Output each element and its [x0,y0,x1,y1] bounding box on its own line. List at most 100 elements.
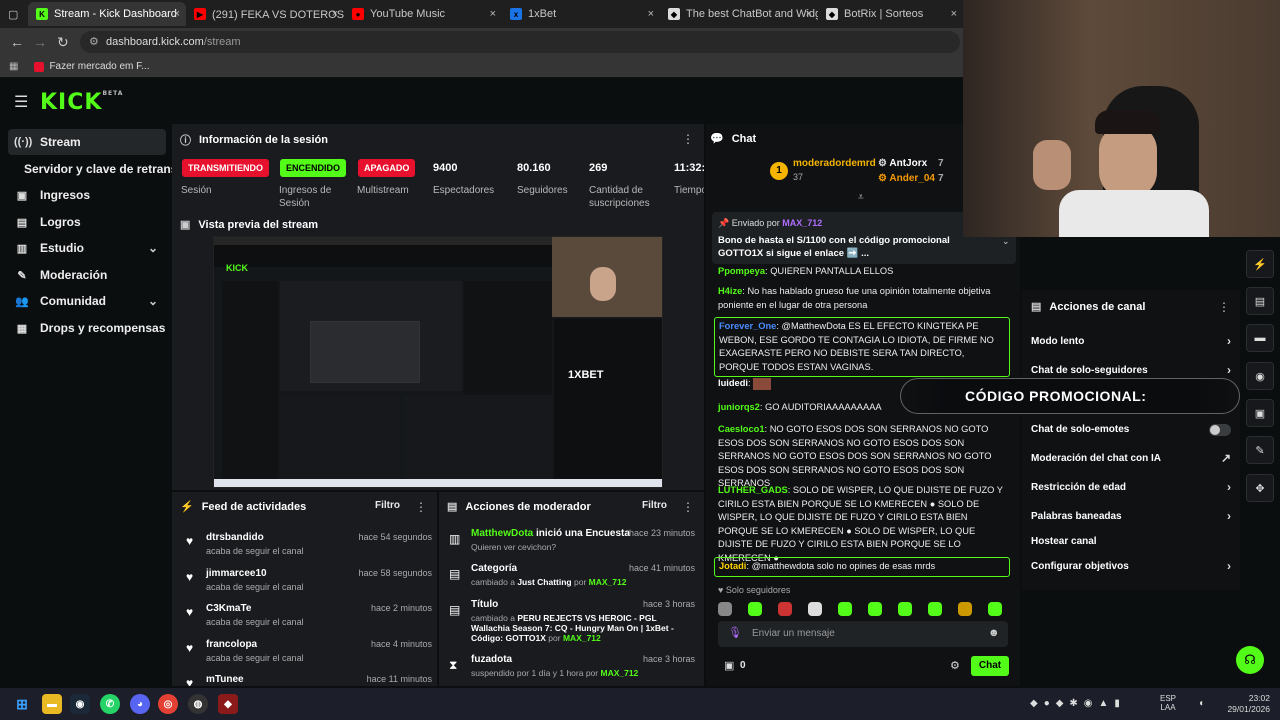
chevron-down-icon[interactable]: ⌄ [148,241,158,255]
emote-icon[interactable] [778,602,792,616]
close-tab-icon[interactable]: × [490,8,496,20]
channel-action-item[interactable]: Hostear canal [1031,536,1231,547]
chat-message[interactable]: H4ize: No has hablado grueso fue una opi… [718,285,1008,312]
url-field[interactable]: ⚙ dashboard.kick.com/stream [80,31,960,53]
emote-icon[interactable] [928,602,942,616]
channel-action-item[interactable]: Moderación del chat con IA ↗ [1031,451,1231,465]
feed-user[interactable]: dtrsbandido [206,532,264,543]
chevron-right-icon[interactable]: › [1227,363,1231,377]
mod-detail-user[interactable]: MAX_712 [600,668,638,678]
wrench-icon[interactable]: ✎ [1246,436,1274,464]
site-info-icon[interactable]: ⚙ [89,35,99,48]
channel-action-item[interactable]: Restricción de edad › [1031,480,1231,494]
feed-item[interactable]: ♥ jimmarcee10 acaba de seguir el canal hace… [182,566,432,600]
chevron-right-icon[interactable]: › [1227,334,1231,348]
pinned-by-user[interactable]: MAX_712 [782,218,822,228]
mod-detail-user[interactable]: MAX_712 [563,633,601,643]
channel-action-item[interactable]: Chat de solo-seguidores › [1031,363,1231,377]
emote-icon[interactable] [868,602,882,616]
feed-item[interactable]: ♥mTuneeacaba de seguir el canalhace 11 m… [182,672,432,686]
mod-filter-button[interactable]: Filtro [642,500,667,511]
leaderboard-entry[interactable]: ⚙ AntJorx 7 [878,158,964,169]
back-icon[interactable]: ← [10,34,24,50]
emote-icon[interactable] [748,602,762,616]
browser-tab[interactable]: ◆ The best ChatBot and Widgets× [660,2,818,26]
browser-tab[interactable]: K Stream - Kick Dashboard × [28,2,186,26]
feed-user[interactable]: C3KmaTe [206,603,251,614]
sidebar-item[interactable]: ((·)) Stream [8,129,166,155]
feed-user[interactable]: mTunee [206,674,244,685]
shop-icon[interactable]: ▣ [1246,399,1274,427]
more-options-icon[interactable]: ⋮ [682,132,694,146]
close-tab-icon[interactable]: × [648,8,654,20]
broadcast-icon[interactable]: ◉ [1246,362,1274,390]
sidebar-item[interactable]: ▣ Ingresos [8,182,166,208]
chevron-down-icon[interactable]: ⌄ [148,294,158,308]
kick-logo[interactable]: KICKBETA [40,90,123,115]
chrome-icon[interactable]: ◎ [158,694,178,714]
system-tray-icons[interactable]: ◆●◆✱◉▲▮ [1030,698,1126,709]
language-indicator[interactable]: ESP LAA [1160,694,1176,712]
send-chat-button[interactable]: Chat [971,656,1009,676]
clipboard-icon[interactable]: ▤ [1246,287,1274,315]
stream-preview-video[interactable]: KICK 1XBET [213,236,663,488]
feed-user[interactable]: jimmarcee10 [206,568,267,579]
more-options-icon[interactable]: ⋮ [415,500,427,514]
message-input[interactable]: 🎙 Enviar un mensaje ☻ [718,621,1008,647]
steam-icon[interactable]: ◉ [70,694,90,714]
emote-icon[interactable] [958,602,972,616]
chat-message[interactable]: Caesloco1: NO GOTO ESOS DOS SON SERRANOS… [718,423,1008,491]
bookmark-link[interactable]: Fazer mercado em F... [49,61,149,72]
feed-item[interactable]: ♥ francolopa acaba de seguir el canal hace … [182,637,432,671]
chat-username[interactable]: Caesloco1 [718,424,765,434]
sidebar-item[interactable]: ▥ Estudio ⌄ [8,235,166,261]
dota-icon[interactable]: ◆ [218,694,238,714]
obs-icon[interactable]: ◍ [188,694,208,714]
sidebar-item[interactable]: 👥 Comunidad ⌄ [8,288,166,314]
windows-start-icon[interactable]: ⊞ [12,694,32,714]
leaderboard-entry[interactable]: ⚙ Ander_04 7 [878,173,964,184]
close-tab-icon[interactable]: × [174,8,180,20]
whatsapp-icon[interactable]: ✆ [100,694,120,714]
close-tab-icon[interactable]: × [332,8,338,20]
browser-tab[interactable]: x 1xBet × [502,2,660,26]
settings-gear-icon[interactable]: ⚙ [950,659,960,672]
feed-item[interactable]: ♥ C3KmaTe acaba de seguir el canal hace 2 m… [182,601,432,635]
chevron-right-icon[interactable]: › [1227,480,1231,494]
channel-action-item[interactable]: Modo lento › [1031,334,1231,348]
channel-action-item[interactable]: Chat de solo-emotes [1031,424,1231,436]
external-link-icon[interactable]: ↗ [1221,451,1231,465]
emote-icon[interactable] [808,602,822,616]
close-tab-icon[interactable]: × [806,8,812,20]
chat-message[interactable]: LUTHER_GADS: SOLO DE WISPER, LO QUE DIJI… [718,484,1008,565]
games-icon[interactable]: ✥ [1246,474,1274,502]
sidebar-item[interactable]: ▤ Logros [8,209,166,235]
feed-user[interactable]: francolopa [206,639,257,650]
discord-icon[interactable]: ◕ [130,694,150,714]
volume-icon[interactable]: ◖ [1198,698,1204,709]
more-options-icon[interactable]: ⋮ [1218,300,1230,314]
chat-username[interactable]: juniorqs2 [718,402,760,412]
chat-username[interactable]: luidedi [718,378,748,388]
sidebar-item[interactable]: ✎ Moderación [8,262,166,288]
top-gifter-name[interactable]: moderadordemrd [793,158,876,169]
emote-icon[interactable] [898,602,912,616]
chat-bubble-icon[interactable]: ▬ [1246,324,1274,352]
browser-tab[interactable]: ▶ (291) FEKA VS DOTEROS 🔥 KIN× [186,2,344,26]
chat-message[interactable]: Forever_One: @MatthewDota ES EL EFECTO K… [714,317,1010,377]
chat-message[interactable]: Jotadi: @matthewdota solo no opines de e… [714,557,1010,577]
help-icon[interactable]: ☊ [1236,646,1264,674]
emote-icon[interactable] [988,602,1002,616]
sidebar-item[interactable]: ▦ Drops y recompensas [8,315,166,341]
reload-icon[interactable]: ↻ [57,34,69,51]
mod-user[interactable]: MatthewDota [471,528,533,539]
toggle-switch[interactable] [1209,424,1231,436]
chevron-down-icon[interactable]: ⌄ [1002,236,1010,247]
more-options-icon[interactable]: ⋮ [682,500,694,514]
chat-username[interactable]: Jotadi [719,561,746,571]
browser-tab[interactable]: ◆ BotRix | Sorteos × [818,2,963,26]
bolt-icon[interactable]: ⚡ [1246,250,1274,278]
clock[interactable]: 23:02 29/01/2026 [1222,693,1270,715]
forward-icon[interactable]: → [33,34,47,50]
sidebar-item[interactable]: Servidor y clave de retransmisión [8,156,173,182]
